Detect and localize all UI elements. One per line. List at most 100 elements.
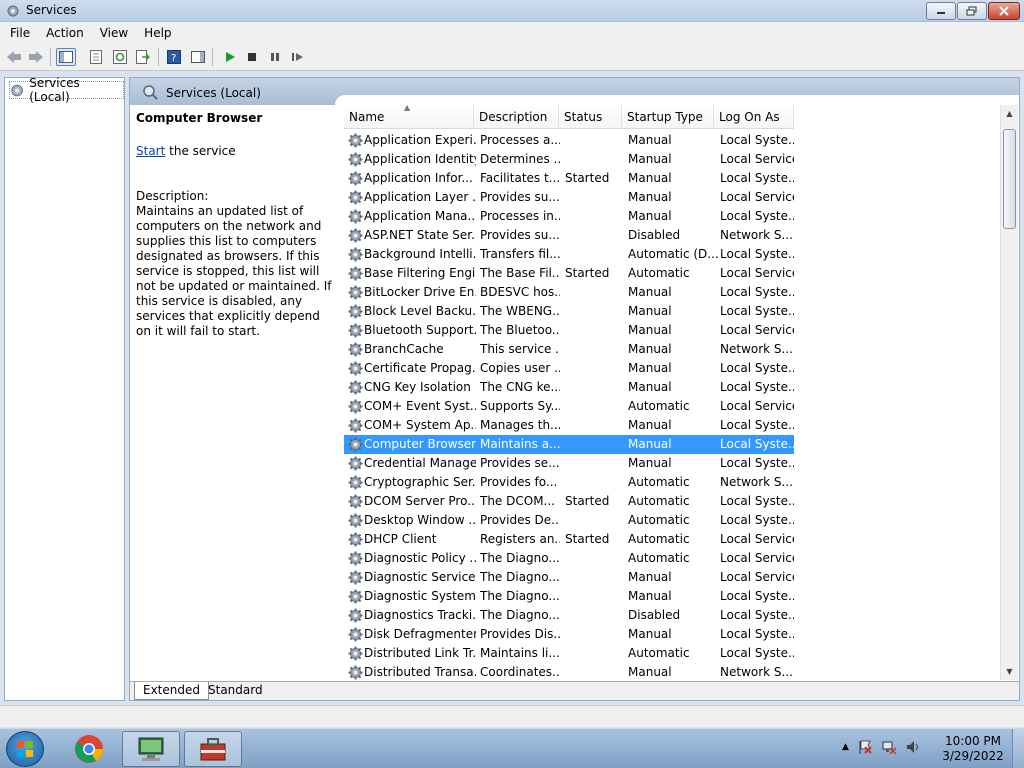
clock[interactable]: 10:00 PM 3/29/2022 xyxy=(930,734,1016,764)
table-row[interactable]: ASP.NET State Ser... Provides su... Disabl… xyxy=(344,226,794,245)
cell-log-on-as: Local Syste... xyxy=(720,494,794,508)
tab-standard[interactable]: Standard xyxy=(200,682,271,700)
services-gear-icon xyxy=(7,5,19,17)
service-gear-icon xyxy=(348,494,363,509)
cell-status xyxy=(565,663,625,680)
table-row[interactable]: Diagnostic Policy ... The Diagno... Automa… xyxy=(344,549,794,568)
table-row[interactable]: Cryptographic Ser... Provides fo... Automa… xyxy=(344,473,794,492)
table-row[interactable]: BitLocker Drive En... BDESVC hos... Manual… xyxy=(344,283,794,302)
menu-action[interactable]: Action xyxy=(40,26,90,40)
export-list-button[interactable] xyxy=(133,48,153,66)
table-row[interactable]: Application Experi... Processes a... Manua… xyxy=(344,131,794,150)
table-row[interactable]: Distributed Link Tr... Maintains li... Aut… xyxy=(344,644,794,663)
table-row[interactable]: Diagnostic Service... The Diagno... Manual… xyxy=(344,568,794,587)
scroll-up-arrow-icon[interactable]: ▲ xyxy=(1001,105,1018,122)
column-header-startup-type[interactable]: Startup Type xyxy=(622,105,714,129)
table-row[interactable]: Desktop Window ... Provides De... Automati… xyxy=(344,511,794,530)
table-row[interactable]: Computer Browser Maintains a... Manual Loca… xyxy=(344,435,794,454)
help-button[interactable]: ? xyxy=(164,48,184,66)
taskbar-server-manager[interactable] xyxy=(122,731,180,767)
table-row[interactable]: Disk Defragmenter Provides Dis... Manual Lo… xyxy=(344,625,794,644)
cell-log-on-as: Local Syste... xyxy=(720,646,794,660)
table-row[interactable]: Block Level Backu... The WBENG... Manual Lo… xyxy=(344,302,794,321)
scroll-down-arrow-icon[interactable]: ▼ xyxy=(1001,663,1018,680)
table-row[interactable]: Diagnostics Tracki... The Diagno... Disabl… xyxy=(344,606,794,625)
menu-view[interactable]: View xyxy=(94,26,134,40)
minimize-button[interactable] xyxy=(926,2,956,20)
cell-name: Background Intelli... xyxy=(364,247,476,261)
table-row[interactable]: Application Infor... Facilitates t... Star… xyxy=(344,169,794,188)
table-row[interactable]: Bluetooth Support... The Bluetoo... Manual… xyxy=(344,321,794,340)
show-hidden-icons-icon[interactable]: ▲ xyxy=(842,742,849,752)
service-gear-icon xyxy=(348,247,363,262)
start-line: Start the service xyxy=(136,144,336,159)
cell-name: Certificate Propag... xyxy=(364,361,476,375)
show-desktop-button[interactable] xyxy=(1012,729,1024,768)
table-row[interactable]: Diagnostic System... The Diagno... Manual L… xyxy=(344,587,794,606)
cell-description: Provides fo... xyxy=(480,475,558,489)
start-service-button[interactable] xyxy=(220,48,240,66)
properties-icon xyxy=(90,50,102,64)
pause-service-button[interactable] xyxy=(265,48,285,66)
service-gear-icon xyxy=(348,437,363,452)
table-row[interactable]: COM+ System Ap... Manages th... Manual Loca… xyxy=(344,416,794,435)
taskbar-chrome[interactable] xyxy=(60,731,118,767)
table-row[interactable]: COM+ Event Syst... Supports Sy... Automati… xyxy=(344,397,794,416)
column-header-log-on-as[interactable]: Log On As xyxy=(714,105,794,129)
cell-description: Maintains li... xyxy=(480,646,560,660)
action-center-flag-icon[interactable] xyxy=(857,739,873,755)
column-header-description[interactable]: Description xyxy=(474,105,559,129)
cell-name: ASP.NET State Ser... xyxy=(364,228,476,242)
volume-icon[interactable] xyxy=(905,739,921,755)
table-row[interactable]: Distributed Transa... Coordinates... Manua… xyxy=(344,663,794,680)
cell-log-on-as: Local Syste... xyxy=(720,608,794,622)
cell-status xyxy=(565,454,625,473)
taskbar: ▲ 10:00 PM 3/29/2022 xyxy=(0,728,1024,768)
column-header-status[interactable]: Status xyxy=(559,105,622,129)
restart-service-button[interactable] xyxy=(288,48,308,66)
table-row[interactable]: Credential Manager Provides se... Manual Lo… xyxy=(344,454,794,473)
column-header-name[interactable]: ▲ Name xyxy=(344,105,474,129)
menu-help[interactable]: Help xyxy=(138,26,177,40)
scroll-thumb[interactable] xyxy=(1003,129,1016,229)
back-button[interactable] xyxy=(4,48,24,66)
cell-log-on-as: Local Service xyxy=(720,323,794,337)
table-row[interactable]: DCOM Server Pro... The DCOM... Started Auto… xyxy=(344,492,794,511)
cell-status xyxy=(565,568,625,587)
forward-button[interactable] xyxy=(26,48,46,66)
table-row[interactable]: Application Layer ... Provides su... Manua… xyxy=(344,188,794,207)
table-row[interactable]: DHCP Client Registers an... Started Automat… xyxy=(344,530,794,549)
cell-status xyxy=(565,131,625,150)
table-row[interactable]: Certificate Propag... Copies user ... Manu… xyxy=(344,359,794,378)
start-button[interactable] xyxy=(6,731,44,767)
restore-button[interactable] xyxy=(957,2,987,20)
cell-startup-type: Automatic xyxy=(628,266,690,280)
table-row[interactable]: CNG Key Isolation The CNG ke... Manual Loca… xyxy=(344,378,794,397)
cell-description: Manages th... xyxy=(480,418,560,432)
service-gear-icon xyxy=(348,342,363,357)
cell-status xyxy=(565,321,625,340)
table-row[interactable]: Application Identity Determines ... Manual… xyxy=(344,150,794,169)
close-button[interactable] xyxy=(988,2,1020,20)
table-row[interactable]: BranchCache This service ... Manual Network… xyxy=(344,340,794,359)
network-icon[interactable] xyxy=(881,739,897,755)
vertical-scrollbar[interactable]: ▲ ▼ xyxy=(1000,105,1018,680)
show-hide-action-pane-button[interactable] xyxy=(188,48,208,66)
cell-name: CNG Key Isolation xyxy=(364,380,471,394)
table-row[interactable]: Base Filtering Engi... The Base Fil... Sta… xyxy=(344,264,794,283)
tab-extended[interactable]: Extended xyxy=(134,682,209,700)
properties-button[interactable] xyxy=(86,48,106,66)
cell-log-on-as: Local Syste... xyxy=(720,589,794,603)
cell-status xyxy=(565,378,625,397)
taskbar-services[interactable] xyxy=(184,731,242,767)
menu-file[interactable]: File xyxy=(4,26,36,40)
start-service-link[interactable]: Start xyxy=(136,144,165,158)
table-row[interactable]: Background Intelli... Transfers fil... Aut… xyxy=(344,245,794,264)
show-hide-console-tree-button[interactable] xyxy=(56,48,76,66)
refresh-button[interactable] xyxy=(110,48,130,66)
table-row[interactable]: Application Mana... Processes in... Manual… xyxy=(344,207,794,226)
status-bar xyxy=(0,705,1024,727)
stop-service-button[interactable] xyxy=(242,48,262,66)
server-manager-icon xyxy=(138,737,164,761)
tree-item-services-local[interactable]: Services (Local) xyxy=(9,76,124,104)
